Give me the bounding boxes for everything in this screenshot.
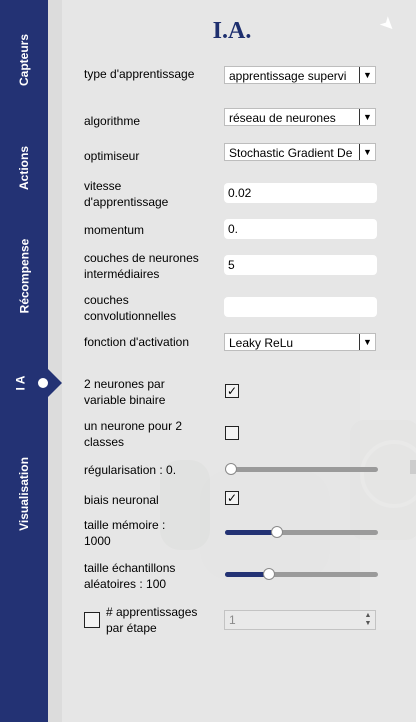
- memory-size-label: taille mémoire : 1000: [84, 518, 166, 548]
- memory-size-slider[interactable]: [225, 526, 378, 538]
- algorithm-label: algorithme: [84, 114, 141, 128]
- memory-size-slider-fill: [225, 530, 278, 535]
- tab-visualisation[interactable]: Visualisation: [0, 444, 48, 544]
- tab-actions[interactable]: Actions: [0, 128, 48, 208]
- optimizer-label: optimiseur: [84, 149, 140, 163]
- tab-recompense-label: Récompense: [17, 238, 32, 314]
- chevron-down-icon[interactable]: ▼: [359, 334, 375, 350]
- chevron-down-icon[interactable]: ▼: [359, 67, 375, 83]
- optimizer-value: Stochastic Gradient De: [229, 146, 353, 160]
- activation-select[interactable]: Leaky ReLu ▼: [224, 333, 376, 351]
- ia-settings-panel: I.A. ➤ type d'apprentissage apprentissag…: [62, 0, 416, 722]
- checkmark-icon: ✓: [226, 491, 238, 505]
- momentum-input[interactable]: 0.: [224, 219, 377, 239]
- tab-capteurs-label: Capteurs: [17, 33, 32, 87]
- tab-ia-label: I A: [12, 375, 27, 391]
- regularization-slider[interactable]: [225, 463, 378, 475]
- checkmark-icon: ✓: [226, 384, 238, 398]
- optimizer-select[interactable]: Stochastic Gradient De ▼: [224, 143, 376, 161]
- sample-size-slider-thumb[interactable]: [263, 568, 276, 580]
- tab-visualisation-label: Visualisation: [17, 457, 31, 531]
- learnings-per-step-spinner[interactable]: 1 ▲ ▼: [224, 610, 376, 630]
- hidden-layers-input[interactable]: 5: [224, 255, 377, 275]
- algorithm-value: réseau de neurones: [229, 111, 336, 125]
- sidebar: Capteurs Actions Récompense I A Visualis…: [0, 0, 62, 722]
- learning-type-select[interactable]: apprentissage supervi ▼: [224, 66, 376, 84]
- conv-layers-input[interactable]: [224, 297, 377, 317]
- regularization-label: régularisation : 0.: [84, 463, 177, 477]
- sample-size-slider[interactable]: [225, 568, 378, 580]
- learning-rate-input[interactable]: 0.02: [224, 183, 377, 203]
- momentum-label: momentum: [84, 223, 145, 237]
- learning-type-value: apprentissage supervi: [229, 69, 347, 83]
- two-neurons-binary-checkbox[interactable]: ✓: [225, 384, 239, 398]
- activation-label: fonction d'activation: [84, 335, 190, 349]
- chevron-down-icon[interactable]: ▼: [359, 144, 375, 160]
- spinner-down-icon[interactable]: ▼: [363, 620, 373, 628]
- learning-rate-label: vitesse d'apprentissage: [84, 179, 169, 209]
- hidden-layers-label: couches de neurones intermédiaires: [84, 251, 199, 281]
- algorithm-select[interactable]: réseau de neurones ▼: [224, 108, 376, 126]
- active-tab-indicator-icon: [38, 378, 48, 388]
- activation-value: Leaky ReLu: [229, 336, 294, 350]
- regularization-slider-thumb[interactable]: [225, 463, 237, 475]
- neural-bias-label: biais neuronal: [84, 493, 159, 507]
- one-neuron-two-classes-label: un neurone pour 2 classes: [84, 419, 183, 449]
- neural-bias-checkbox[interactable]: ✓: [225, 491, 239, 505]
- learnings-per-step-checkbox[interactable]: [84, 612, 100, 628]
- sample-size-label: taille échantillons aléatoires : 100: [84, 561, 176, 591]
- spinner-up-icon[interactable]: ▲: [363, 612, 373, 620]
- tab-recompense[interactable]: Récompense: [0, 226, 48, 326]
- learning-type-label: type d'apprentissage: [84, 67, 195, 81]
- conv-layers-label: couches convolutionnelles: [84, 293, 177, 323]
- learnings-per-step-value: 1: [229, 613, 236, 627]
- memory-size-slider-thumb[interactable]: [271, 526, 284, 538]
- tab-ia[interactable]: I A: [0, 368, 62, 398]
- learnings-per-step-label: # apprentissages par étape: [106, 605, 198, 635]
- one-neuron-two-classes-checkbox[interactable]: [225, 426, 239, 440]
- two-neurons-binary-label: 2 neurones par variable binaire: [84, 377, 166, 407]
- tab-actions-label: Actions: [16, 145, 31, 191]
- panel-title: I.A.: [212, 18, 252, 44]
- tab-capteurs[interactable]: Capteurs: [0, 20, 48, 100]
- chevron-down-icon[interactable]: ▼: [359, 109, 375, 125]
